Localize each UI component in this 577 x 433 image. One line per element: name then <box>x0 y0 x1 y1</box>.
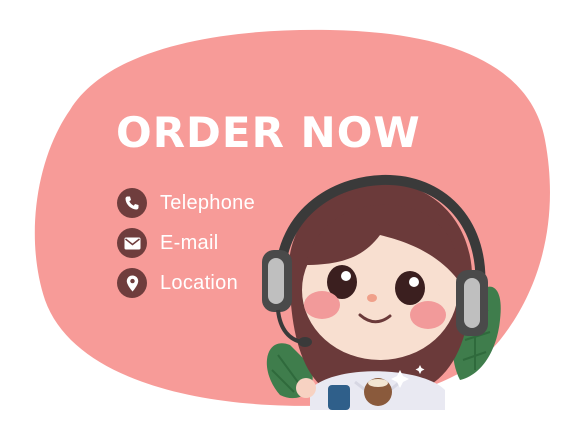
girl-with-headset-illustration <box>262 174 501 410</box>
phone-icon <box>117 188 147 218</box>
location-pin-icon <box>117 268 147 298</box>
contact-telephone-label: Telephone <box>160 191 256 214</box>
contact-email[interactable]: E-mail <box>117 228 218 258</box>
page-title: ORDER NOW <box>116 108 421 157</box>
contact-telephone[interactable]: Telephone <box>117 188 255 218</box>
contact-location-label: Location <box>160 271 239 294</box>
contact-location[interactable]: Location <box>117 268 238 298</box>
envelope-icon <box>117 228 147 258</box>
contact-email-label: E-mail <box>160 231 219 254</box>
order-now-banner: ORDER NOW Telephone E-mail Location <box>0 0 577 433</box>
